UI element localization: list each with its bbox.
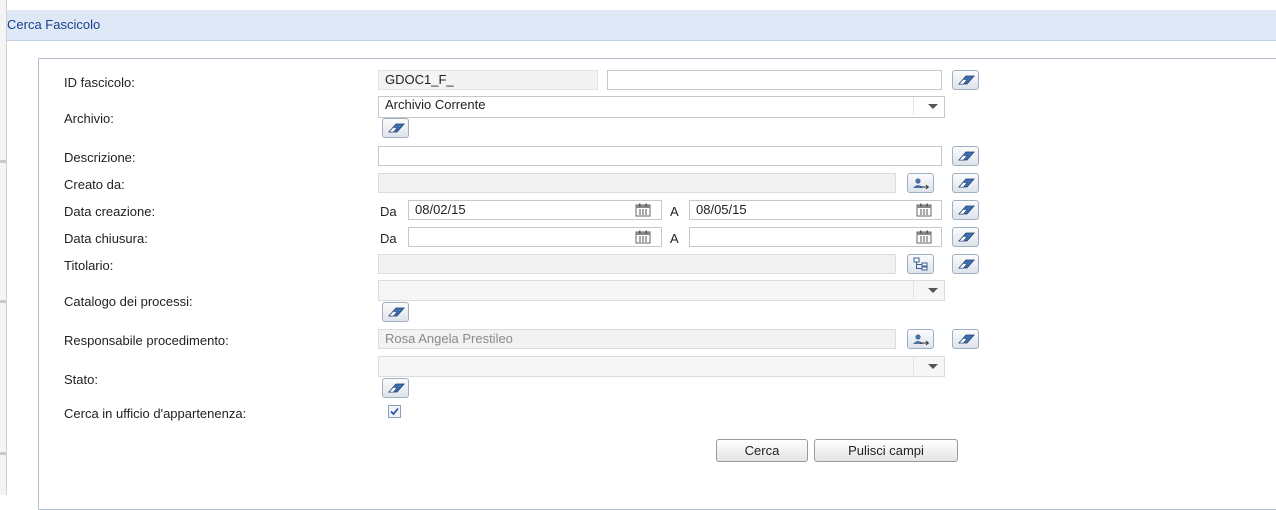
eraser-icon bbox=[956, 231, 976, 243]
data-creazione-to-input[interactable]: 08/05/15 bbox=[689, 200, 942, 220]
eraser-icon bbox=[956, 150, 976, 162]
id-fascicolo-prefix: GDOC1_F_ bbox=[378, 70, 598, 90]
clear-archivio-button[interactable] bbox=[382, 118, 409, 138]
titolario-field bbox=[378, 254, 896, 274]
tree-icon bbox=[913, 257, 929, 271]
data-chiusura-to-input[interactable] bbox=[689, 227, 942, 247]
eraser-icon bbox=[386, 382, 406, 394]
data-chiusura-from-input[interactable] bbox=[408, 227, 662, 247]
data-creazione-from-label: Da bbox=[380, 204, 397, 219]
window-titlebar: Cerca Fascicolo bbox=[7, 10, 1276, 41]
creato-da-label: Creato da: bbox=[64, 177, 125, 192]
search-button[interactable]: Cerca bbox=[716, 439, 808, 462]
archivio-label: Archivio: bbox=[64, 111, 114, 126]
creato-da-field bbox=[378, 173, 896, 193]
calendar-icon[interactable] bbox=[635, 230, 651, 244]
calendar-icon[interactable] bbox=[635, 203, 651, 217]
clear-data-chiusura-button[interactable] bbox=[952, 227, 979, 247]
data-creazione-from-input[interactable]: 08/02/15 bbox=[408, 200, 662, 220]
responsabile-lookup-button[interactable] bbox=[907, 329, 934, 349]
stato-label: Stato: bbox=[64, 372, 98, 387]
clear-descrizione-button[interactable] bbox=[952, 146, 979, 166]
chevron-down-icon bbox=[928, 104, 938, 109]
creato-da-lookup-button[interactable] bbox=[907, 173, 934, 193]
responsabile-field: Rosa Angela Prestileo bbox=[378, 329, 896, 349]
id-fascicolo-label: ID fascicolo: bbox=[64, 75, 135, 90]
checkmark-icon bbox=[390, 407, 399, 416]
titolario-label: Titolario: bbox=[64, 258, 114, 273]
calendar-icon[interactable] bbox=[916, 230, 932, 244]
descrizione-label: Descrizione: bbox=[64, 150, 136, 165]
archivio-select[interactable]: Archivio Corrente bbox=[378, 96, 945, 118]
eraser-icon bbox=[956, 177, 976, 189]
user-lookup-icon bbox=[912, 177, 930, 189]
user-lookup-icon bbox=[912, 333, 930, 345]
stato-select[interactable] bbox=[378, 356, 945, 377]
window-title: Cerca Fascicolo bbox=[7, 17, 101, 32]
data-chiusura-to-label: A bbox=[670, 231, 679, 246]
eraser-icon bbox=[386, 306, 406, 318]
clear-creato-da-button[interactable] bbox=[952, 173, 979, 193]
clear-id-fascicolo-button[interactable] bbox=[952, 70, 979, 90]
cerca-ufficio-label: Cerca in ufficio d'appartenenza: bbox=[64, 406, 247, 421]
chevron-down-icon bbox=[928, 288, 938, 293]
eraser-icon bbox=[956, 74, 976, 86]
archivio-selected-value: Archivio Corrente bbox=[385, 97, 486, 112]
titolario-tree-button[interactable] bbox=[907, 254, 934, 274]
eraser-icon bbox=[956, 258, 976, 270]
clear-data-creazione-button[interactable] bbox=[952, 200, 979, 220]
cerca-ufficio-checkbox[interactable] bbox=[388, 405, 401, 418]
clear-responsabile-button[interactable] bbox=[952, 329, 979, 349]
eraser-icon bbox=[956, 204, 976, 216]
clear-fields-button[interactable]: Pulisci campi bbox=[814, 439, 958, 462]
clear-catalogo-button[interactable] bbox=[382, 302, 409, 322]
id-fascicolo-input[interactable] bbox=[607, 70, 942, 90]
calendar-icon[interactable] bbox=[916, 203, 932, 217]
catalogo-select[interactable] bbox=[378, 280, 945, 301]
data-chiusura-label: Data chiusura: bbox=[64, 231, 148, 246]
data-chiusura-from-label: Da bbox=[380, 231, 397, 246]
window-edge bbox=[0, 0, 7, 495]
clear-stato-button[interactable] bbox=[382, 378, 409, 398]
descrizione-input[interactable] bbox=[378, 146, 942, 166]
responsabile-label: Responsabile procedimento: bbox=[64, 333, 229, 348]
data-creazione-to-label: A bbox=[670, 204, 679, 219]
clear-titolario-button[interactable] bbox=[952, 254, 979, 274]
data-creazione-label: Data creazione: bbox=[64, 204, 156, 219]
eraser-icon bbox=[386, 122, 406, 134]
chevron-down-icon bbox=[928, 364, 938, 369]
catalogo-label: Catalogo dei processi: bbox=[64, 294, 193, 309]
eraser-icon bbox=[956, 333, 976, 345]
